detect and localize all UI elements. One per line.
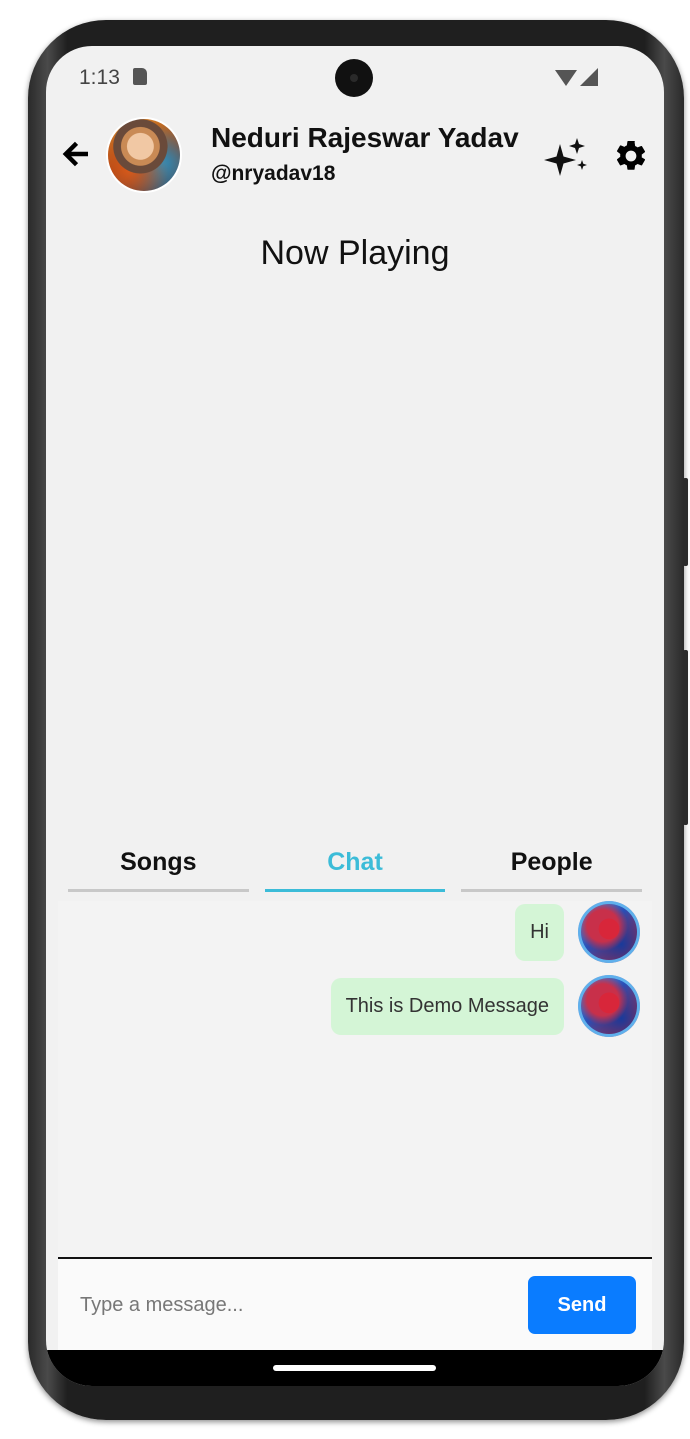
sparkle-icon[interactable] — [544, 136, 590, 176]
sd-card-icon — [133, 68, 147, 85]
message-bubble: This is Demo Message — [330, 977, 564, 1035]
wifi-icon — [555, 70, 577, 86]
send-button[interactable]: Send — [528, 1276, 636, 1334]
status-time: 1:13 — [79, 66, 120, 89]
message-composer: Send — [58, 1259, 652, 1351]
message-row: Hi — [515, 901, 640, 963]
message-input[interactable] — [78, 1279, 522, 1331]
sender-avatar[interactable] — [578, 901, 640, 963]
user-handle: @nryadav18 — [211, 162, 336, 185]
home-indicator[interactable] — [273, 1365, 436, 1371]
front-camera — [335, 59, 373, 97]
message-bubble: Hi — [515, 903, 564, 961]
chat-messages: Hi This is Demo Message — [58, 901, 652, 1259]
now-playing-title: Now Playing — [260, 234, 450, 272]
tab-chat[interactable]: Chat — [264, 838, 446, 892]
room-avatar[interactable] — [108, 119, 180, 191]
message-row: This is Demo Message — [330, 975, 640, 1037]
power-button — [683, 478, 688, 566]
sender-avatar[interactable] — [578, 975, 640, 1037]
user-name: Neduri Rajeswar Yadav — [211, 122, 519, 153]
app-screen: 1:13 Neduri Rajeswar Yadav @nryadav18 No… — [46, 46, 664, 1386]
tab-songs[interactable]: Songs — [68, 838, 249, 892]
tab-bar: Songs Chat People — [68, 838, 643, 894]
gear-icon[interactable] — [613, 138, 649, 174]
tab-people[interactable]: People — [461, 838, 643, 892]
volume-button — [683, 650, 688, 825]
back-arrow-icon[interactable] — [58, 136, 94, 172]
signal-icon — [580, 68, 598, 86]
